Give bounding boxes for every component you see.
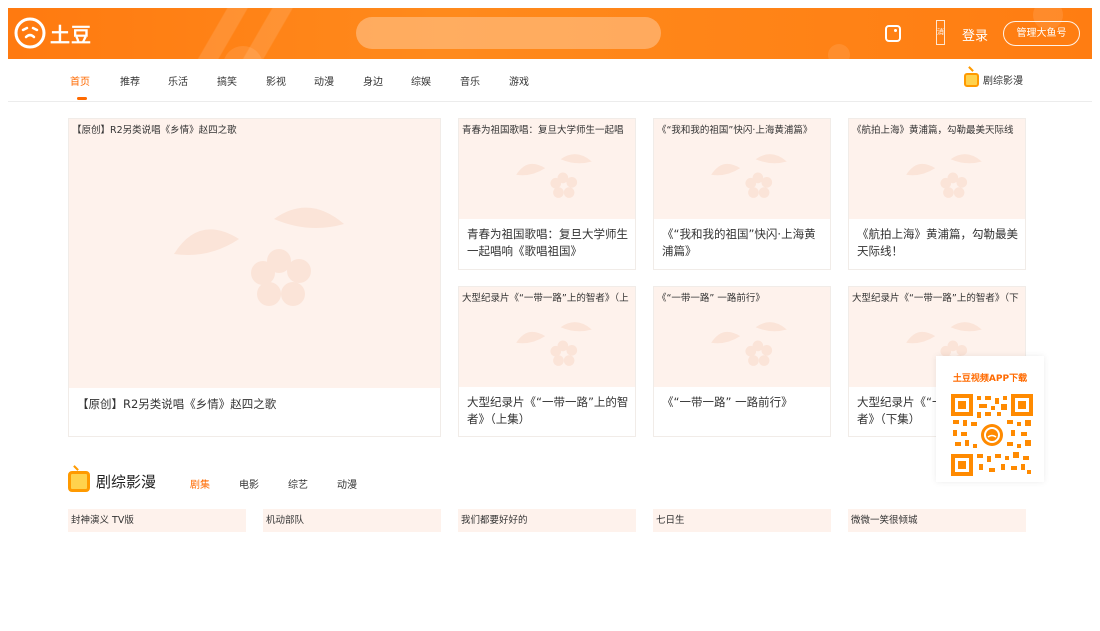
thumbnail-title: 【原创】R2另类说唱《乡情》赵四之歌 (72, 125, 237, 136)
thumbnail-title: 《“一带一路” 一路前行》 (657, 293, 765, 304)
video-card[interactable]: 《航拍上海》黄浦篇，勾勒最美天际线 《航拍上海》黄浦篇，勾勒最美天际线！ (848, 118, 1026, 270)
message-icon[interactable]: 消 (936, 20, 945, 45)
video-caption[interactable]: 《“一带一路” 一路前行》 (662, 394, 824, 411)
nav-item-funny[interactable]: 搞笑 (217, 73, 237, 88)
thumbnail-title: 《航拍上海》黄浦篇，勾勒最美天际线 (852, 125, 1014, 136)
nav-item-entertainment[interactable]: 综娱 (411, 73, 431, 88)
nav-item-film[interactable]: 影视 (266, 73, 286, 88)
nav-item-anime[interactable]: 动漫 (314, 73, 334, 88)
nav-item-home[interactable]: 首页 (70, 73, 90, 88)
video-thumbnail: 【原创】R2另类说唱《乡情》赵四之歌 (69, 119, 440, 388)
video-card[interactable]: 青春为祖国歌唱：复旦大学师生一起唱 青春为祖国歌唱：复旦大学师生一起唱响《歌唱祖… (458, 118, 636, 270)
drama-item[interactable]: 七日生 (653, 509, 831, 532)
video-caption[interactable]: 青春为祖国歌唱：复旦大学师生一起唱响《歌唱祖国》 (467, 226, 629, 260)
tab-series[interactable]: 剧集 (190, 476, 210, 491)
upload-icon[interactable] (885, 25, 901, 42)
header-decoration (828, 44, 850, 59)
tab-variety[interactable]: 综艺 (288, 476, 308, 491)
tab-anime[interactable]: 动漫 (337, 476, 357, 491)
video-thumbnail: 大型纪录片《“一带一路”上的智者》（上 (459, 287, 635, 387)
video-card[interactable]: 《“一带一路” 一路前行》 《“一带一路” 一路前行》 (653, 286, 831, 437)
nav-drama-link[interactable]: 剧综影漫 (964, 72, 1023, 87)
nav-item-recommend[interactable]: 推荐 (120, 73, 140, 88)
featured-video-card[interactable]: 【原创】R2另类说唱《乡情》赵四之歌 【原创】R2另类说唱《乡情》赵四之歌 (68, 118, 441, 437)
placeholder-logo-icon (906, 154, 982, 198)
tab-movies[interactable]: 电影 (239, 476, 259, 491)
placeholder-logo-icon (174, 207, 344, 306)
video-caption[interactable]: 【原创】R2另类说唱《乡情》赵四之歌 (77, 396, 434, 413)
tudou-logo-icon (14, 17, 46, 49)
logo-text: 土豆 (50, 22, 92, 47)
video-thumbnail: 《航拍上海》黄浦篇，勾勒最美天际线 (849, 119, 1025, 219)
drama-item[interactable]: 机动部队 (263, 509, 441, 532)
app-download-qr-panel[interactable]: 土豆视频APP下载 (936, 356, 1044, 482)
video-caption[interactable]: 大型纪录片《“一带一路”上的智者》（上集） (467, 394, 629, 428)
video-card[interactable]: 大型纪录片《“一带一路”上的智者》（上 大型纪录片《“一带一路”上的智者》（上集… (458, 286, 636, 437)
nav-item-lifestyle[interactable]: 乐活 (168, 73, 188, 88)
drama-item[interactable]: 我们都要好好的 (458, 509, 636, 532)
qr-code-icon (951, 394, 1033, 476)
manage-dayu-button[interactable]: 管理大鱼号 (1003, 21, 1080, 46)
thumbnail-title: 大型纪录片《“一带一路”上的智者》（上 (462, 293, 629, 304)
drama-item[interactable]: 封神演义 TV版 (68, 509, 246, 532)
nav-item-games[interactable]: 游戏 (509, 73, 529, 88)
video-caption[interactable]: 《航拍上海》黄浦篇，勾勒最美天际线！ (857, 226, 1019, 260)
placeholder-logo-icon (711, 322, 787, 366)
video-thumbnail: 《“一带一路” 一路前行》 (654, 287, 830, 387)
nav-active-indicator (77, 97, 87, 100)
drama-item[interactable]: 微微一笑很倾城 (848, 509, 1026, 532)
tv-icon (68, 471, 90, 492)
nav-drama-label: 剧综影漫 (983, 76, 1023, 87)
thumbnail-title: 《“我和我的祖国”快闪·上海黄浦篇》 (657, 125, 813, 136)
section-drama-header: 剧综影漫 (68, 471, 156, 492)
nav-item-music[interactable]: 音乐 (460, 73, 480, 88)
video-thumbnail: 《“我和我的祖国”快闪·上海黄浦篇》 (654, 119, 830, 219)
qr-title: 土豆视频APP下载 (952, 374, 1028, 384)
video-card[interactable]: 《“我和我的祖国”快闪·上海黄浦篇》 《“我和我的祖国”快闪·上海黄浦篇》 (653, 118, 831, 270)
placeholder-logo-icon (711, 154, 787, 198)
nav-item-local[interactable]: 身边 (363, 73, 383, 88)
main-nav: 首页 推荐 乐活 搞笑 影视 动漫 身边 综娱 音乐 游戏 剧综影漫 (8, 59, 1092, 102)
search-input[interactable] (356, 17, 661, 49)
video-caption[interactable]: 《“我和我的祖国”快闪·上海黄浦篇》 (662, 226, 824, 260)
tv-icon (964, 72, 979, 87)
video-thumbnail: 青春为祖国歌唱：复旦大学师生一起唱 (459, 119, 635, 219)
site-logo[interactable]: 土豆 (14, 16, 92, 50)
placeholder-logo-icon (516, 154, 592, 198)
section-title: 剧综影漫 (96, 473, 157, 491)
thumbnail-title: 大型纪录片《“一带一路”上的智者》（下 (852, 293, 1019, 304)
login-link[interactable]: 登录 (962, 25, 988, 44)
top-header: 土豆 消 登录 管理大鱼号 (8, 8, 1092, 59)
thumbnail-title: 青春为祖国歌唱：复旦大学师生一起唱 (462, 125, 624, 136)
placeholder-logo-icon (516, 322, 592, 366)
